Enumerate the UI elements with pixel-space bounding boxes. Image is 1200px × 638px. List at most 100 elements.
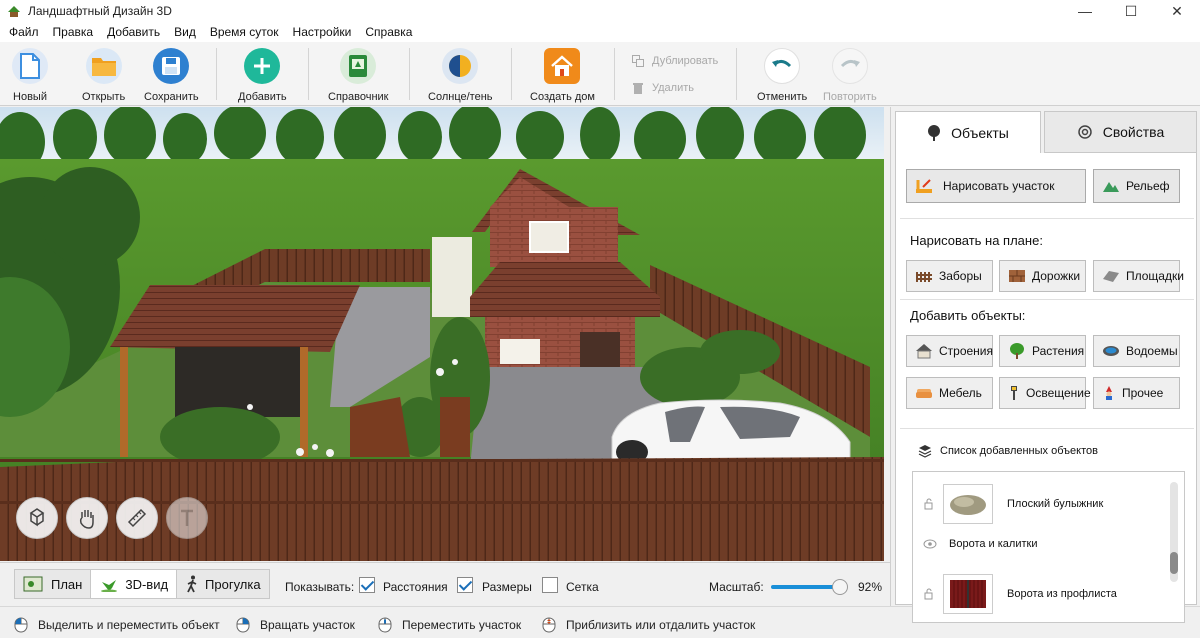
- add-label: Добавить: [238, 91, 287, 103]
- eye-icon[interactable]: [923, 539, 937, 549]
- zoom-label: Масштаб:: [709, 580, 764, 594]
- grid-checkbox[interactable]: [542, 577, 558, 593]
- minimize-button[interactable]: —: [1062, 0, 1108, 22]
- ponds-button[interactable]: Водоемы: [1093, 335, 1180, 367]
- create-house-button[interactable]: Создать дом: [530, 48, 595, 103]
- relief-button[interactable]: Рельеф: [1093, 169, 1180, 203]
- platforms-label: Площадки: [1126, 269, 1184, 283]
- draw-on-plan-title: Нарисовать на плане:: [910, 233, 1043, 248]
- text-tool[interactable]: [166, 497, 208, 539]
- sun-shadow-icon: [442, 48, 479, 84]
- add-button[interactable]: Добавить: [238, 48, 287, 103]
- text-icon: [181, 509, 193, 526]
- tab-objects[interactable]: Объекты: [895, 111, 1041, 153]
- ruler-icon: [127, 508, 147, 528]
- plants-button[interactable]: Растения: [999, 335, 1086, 367]
- layers-icon: [918, 445, 932, 458]
- sofa-icon: [916, 389, 932, 398]
- maximize-button[interactable]: ☐: [1108, 0, 1154, 22]
- sun-shadow-button[interactable]: Солнце/тень: [428, 48, 493, 103]
- list-scrollbar-thumb[interactable]: [1170, 552, 1178, 574]
- open-button[interactable]: Открыть: [82, 48, 125, 103]
- menu-bar: Файл Правка Добавить Вид Время суток Нас…: [0, 22, 1200, 42]
- added-objects-list[interactable]: Плоский булыжник Ворота и калитки Ворота…: [912, 471, 1185, 623]
- other-button[interactable]: Прочее: [1093, 377, 1180, 409]
- draw-plot-icon: [916, 179, 932, 193]
- added-objects-label: Список добавленных объектов: [940, 445, 1098, 457]
- status-select-hint: Выделить и переместить объект: [14, 617, 220, 633]
- menu-settings[interactable]: Настройки: [286, 25, 359, 39]
- walk-view-button[interactable]: Прогулка: [177, 570, 269, 598]
- profiled-sheet-gate-thumbnail: [943, 574, 993, 614]
- mountain-icon: [1103, 182, 1119, 192]
- garden-gnome-icon: [1106, 386, 1112, 400]
- paths-button[interactable]: Дорожки: [999, 260, 1086, 292]
- platform-tile-icon: [1103, 271, 1119, 282]
- fences-label: Заборы: [939, 269, 982, 283]
- tab-properties-label: Свойства: [1102, 124, 1165, 140]
- flat-cobblestone-thumbnail: [943, 484, 993, 524]
- delete-button[interactable]: Удалить: [632, 82, 694, 94]
- toolbar-divider: [511, 48, 512, 100]
- status-zoom-hint: Приблизить или отдалить участок: [542, 617, 755, 633]
- tab-properties[interactable]: Свойства: [1044, 111, 1197, 153]
- list-item[interactable]: Плоский булыжник: [913, 484, 1163, 524]
- save-button[interactable]: Сохранить: [144, 48, 199, 103]
- unlock-icon[interactable]: [923, 498, 935, 510]
- furniture-button[interactable]: Мебель: [906, 377, 993, 409]
- 3d-viewport[interactable]: [0, 107, 884, 561]
- list-item[interactable]: Ворота из профлиста: [913, 574, 1163, 614]
- mouse-right-click-icon: [236, 617, 250, 633]
- menu-time-of-day[interactable]: Время суток: [203, 25, 286, 39]
- redo-button[interactable]: Повторить: [823, 48, 877, 103]
- status-zoom-text: Приблизить или отдалить участок: [566, 618, 756, 632]
- list-item-name: Ворота и калитки: [949, 538, 1038, 550]
- redo-label: Повторить: [823, 91, 877, 103]
- menu-help[interactable]: Справка: [358, 25, 419, 39]
- delete-label: Удалить: [652, 82, 694, 94]
- lamp-post-icon: [1011, 386, 1017, 400]
- new-button[interactable]: Новый: [12, 48, 48, 103]
- undo-label: Отменить: [757, 91, 808, 103]
- fences-button[interactable]: Заборы: [906, 260, 993, 292]
- menu-view[interactable]: Вид: [167, 25, 203, 39]
- menu-file[interactable]: Файл: [2, 25, 46, 39]
- title-bar: Ландшафтный Дизайн 3D — ☐ ✕: [0, 0, 1200, 22]
- 3d-view-button[interactable]: 3D-вид: [91, 570, 178, 598]
- reference-label: Справочник: [328, 91, 389, 103]
- close-button[interactable]: ✕: [1154, 0, 1200, 22]
- distances-checkbox[interactable]: [359, 577, 375, 593]
- trash-icon: [633, 83, 643, 94]
- sizes-checkbox[interactable]: [457, 577, 473, 593]
- buildings-button[interactable]: Строения: [906, 335, 993, 367]
- mouse-left-click-icon: [14, 617, 28, 633]
- panel-divider: [900, 299, 1194, 300]
- measure-tool[interactable]: [116, 497, 158, 539]
- plan-view-button[interactable]: План: [15, 570, 92, 598]
- menu-edit[interactable]: Правка: [46, 25, 101, 39]
- reference-button[interactable]: Справочник: [328, 48, 389, 103]
- list-item[interactable]: Ворота и калитки: [913, 538, 1163, 550]
- list-item-name: Плоский булыжник: [1007, 498, 1104, 510]
- view-mode-bar: План 3D-вид Прогулка Показывать: Расстоя…: [0, 562, 890, 606]
- lighting-button[interactable]: Освещение: [999, 377, 1091, 409]
- 3d-plant-icon: [101, 580, 118, 592]
- objects-panel: Объекты Свойства Нарисовать участок Рель…: [890, 107, 1200, 623]
- duplicate-button[interactable]: Дублировать: [632, 55, 718, 67]
- menu-add[interactable]: Добавить: [100, 25, 167, 39]
- house-icon: [544, 48, 581, 84]
- tree-icon: [928, 124, 941, 141]
- draw-plot-button[interactable]: Нарисовать участок: [906, 169, 1086, 203]
- plant-tree-icon: [1010, 343, 1024, 359]
- platforms-button[interactable]: Площадки: [1093, 260, 1184, 292]
- grid-label: Сетка: [566, 580, 599, 594]
- pan-view-tool[interactable]: [66, 497, 108, 539]
- undo-button[interactable]: Отменить: [757, 48, 807, 103]
- rotate-view-tool[interactable]: [16, 497, 58, 539]
- duplicate-icon: [632, 55, 644, 67]
- unlock-icon[interactable]: [923, 588, 935, 600]
- create-house-label: Создать дом: [530, 91, 595, 103]
- add-objects-title: Добавить объекты:: [910, 308, 1026, 323]
- redo-icon: [831, 48, 868, 84]
- zoom-slider-handle[interactable]: [832, 579, 848, 595]
